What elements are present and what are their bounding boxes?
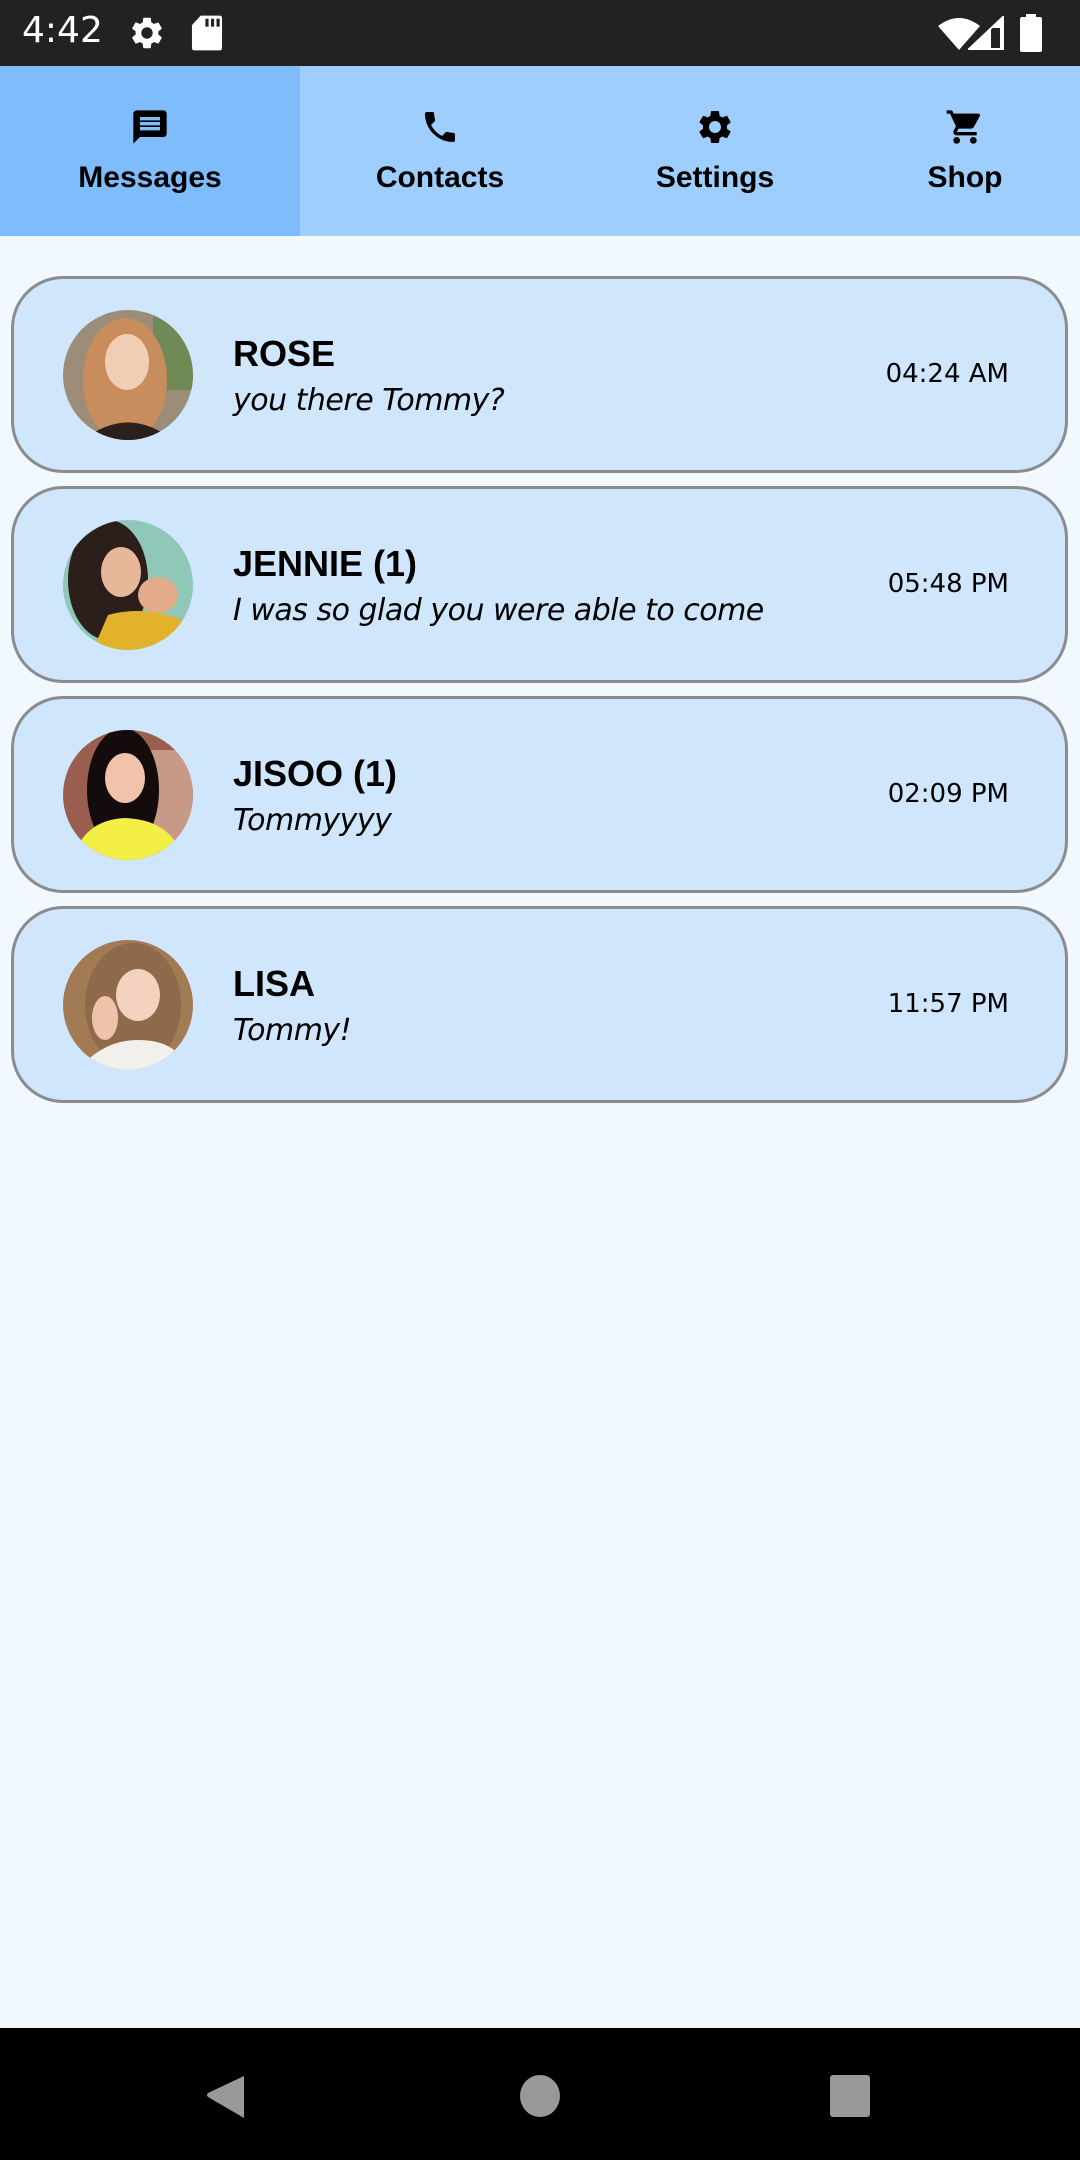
status-bar: 4:42 [0, 0, 1080, 66]
message-preview: Tommy! [233, 1013, 352, 1048]
cellular-signal-icon [965, 13, 1005, 55]
conversation-list: ROSE you there Tommy? 04:24 AM JENNIE (1… [11, 276, 1068, 1116]
tab-messages[interactable]: Messages [0, 66, 300, 236]
message-time: 02:09 PM [887, 779, 1009, 809]
settings-gear-icon [128, 14, 166, 57]
cart-icon [946, 110, 981, 144]
phone-icon [425, 112, 455, 142]
tab-label: Messages [78, 161, 222, 194]
conversation-item-jisoo[interactable]: JISOO (1) Tommyyyy 02:09 PM [11, 696, 1068, 893]
tab-label: Settings [655, 161, 775, 194]
contact-name: LISA [233, 963, 316, 1004]
conversation-item-rose[interactable]: ROSE you there Tommy? 04:24 AM [11, 276, 1068, 473]
conversation-item-jennie[interactable]: JENNIE (1) I was so glad you were able t… [11, 486, 1068, 683]
message-preview: I was so glad you were able to come [233, 593, 764, 628]
back-button[interactable] [204, 2074, 246, 2125]
tab-contacts[interactable]: Contacts [300, 66, 580, 236]
message-preview: you there Tommy? [233, 383, 505, 418]
conversation-item-lisa[interactable]: LISA Tommy! 11:57 PM [11, 906, 1068, 1103]
avatar [63, 310, 193, 440]
contact-name: JENNIE (1) [233, 543, 418, 584]
message-icon [133, 110, 167, 144]
gear-icon [699, 110, 731, 143]
status-time: 4:42 [22, 10, 103, 51]
back-triangle-icon [207, 2076, 244, 2118]
home-button[interactable] [519, 2074, 561, 2123]
tab-label: Shop [927, 161, 1003, 194]
message-time: 05:48 PM [887, 569, 1009, 599]
message-time: 11:57 PM [887, 989, 1009, 1019]
message-time: 04:24 AM [885, 359, 1009, 389]
sd-card-icon [190, 14, 224, 57]
tab-shop[interactable]: Shop [850, 66, 1080, 236]
home-circle-icon [520, 2075, 560, 2117]
battery-icon [1020, 14, 1042, 57]
recents-square-icon [830, 2075, 870, 2117]
avatar [63, 520, 193, 650]
tab-settings[interactable]: Settings [580, 66, 850, 236]
contact-name: JISOO (1) [233, 753, 398, 794]
tab-label: Contacts [375, 161, 505, 194]
avatar [63, 730, 193, 860]
top-tab-bar: Messages Contacts Settings Shop [0, 66, 1080, 236]
recents-button[interactable] [829, 2074, 871, 2123]
message-preview: Tommyyyy [233, 803, 392, 838]
avatar [63, 940, 193, 1070]
contact-name: ROSE [233, 333, 336, 374]
system-nav-bar [0, 2028, 1080, 2160]
